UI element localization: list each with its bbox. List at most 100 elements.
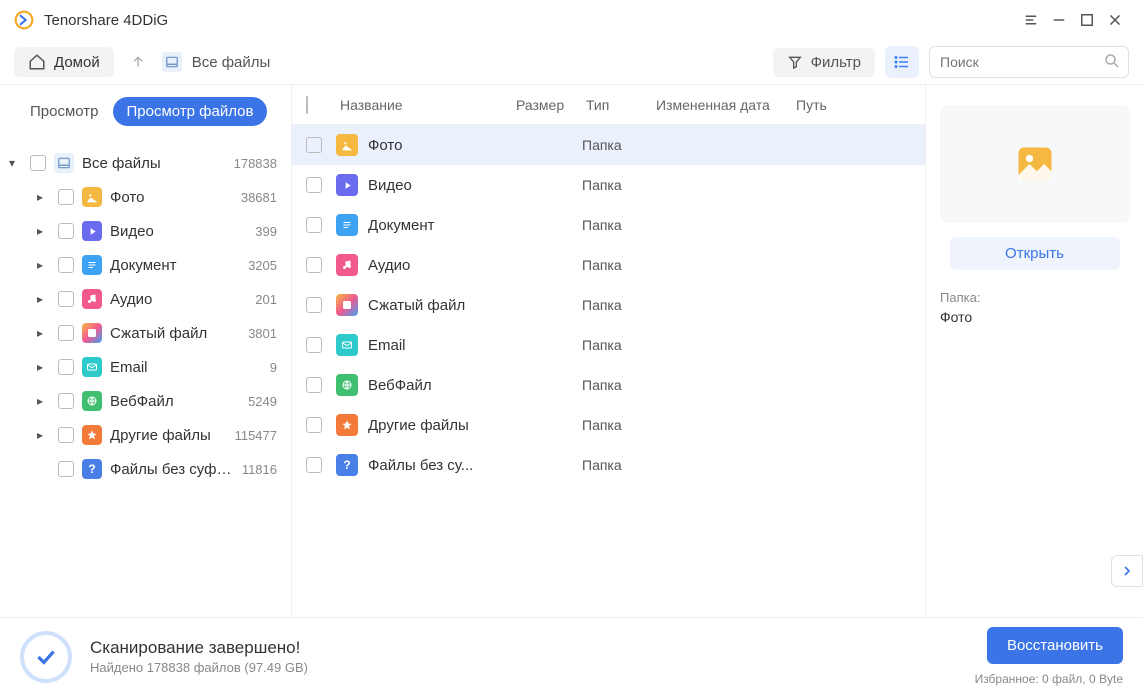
checkbox[interactable] <box>58 359 74 375</box>
list-row[interactable]: ВебФайлПапка <box>292 365 925 405</box>
list-row[interactable]: АудиоПапка <box>292 245 925 285</box>
checkbox[interactable] <box>306 417 322 433</box>
scan-status-title: Сканирование завершено! <box>90 638 308 658</box>
expand-icon[interactable]: ▸ <box>30 326 50 340</box>
list-row[interactable]: Сжатый файлПапка <box>292 285 925 325</box>
checkbox[interactable] <box>58 393 74 409</box>
checkbox[interactable] <box>58 223 74 239</box>
tree-item[interactable]: ▸Другие файлы115477 <box>0 418 291 452</box>
list-row[interactable]: ?Файлы без су...Папка <box>292 445 925 485</box>
tree-item-count: 3801 <box>248 326 277 341</box>
col-size[interactable]: Размер <box>516 97 586 113</box>
list-row[interactable]: ФотоПапка <box>292 125 925 165</box>
row-date <box>652 257 792 273</box>
tree-item[interactable]: ▸Email9 <box>0 350 291 384</box>
detail-panel: Открыть Папка: Фото <box>925 85 1143 617</box>
row-path <box>792 417 911 433</box>
tree-item[interactable]: ▸Аудио201 <box>0 282 291 316</box>
expand-icon[interactable]: ▸ <box>30 292 50 306</box>
filter-button[interactable]: Фильтр <box>773 48 875 77</box>
breadcrumb-text[interactable]: Все файлы <box>192 54 271 71</box>
row-size <box>512 137 582 153</box>
checkbox[interactable] <box>58 325 74 341</box>
footer: Сканирование завершено! Найдено 178838 ф… <box>0 617 1143 695</box>
close-button[interactable] <box>1101 6 1129 34</box>
list-row[interactable]: ДокументПапка <box>292 205 925 245</box>
home-button[interactable]: Домой <box>14 47 114 77</box>
expand-icon[interactable]: ▸ <box>30 428 50 442</box>
expand-icon[interactable]: ▸ <box>30 394 50 408</box>
tree: ▾ Все файлы 178838 ▸Фото38681▸Видео399▸Д… <box>0 138 291 617</box>
view-toggle-button[interactable] <box>885 46 919 78</box>
checkbox[interactable] <box>306 177 322 193</box>
checkbox[interactable] <box>58 257 74 273</box>
checkbox[interactable] <box>58 291 74 307</box>
row-type: Папка <box>582 257 652 273</box>
checkbox[interactable] <box>306 137 322 153</box>
file-type-icon <box>336 214 358 236</box>
list-row[interactable]: EmailПапка <box>292 325 925 365</box>
checkbox[interactable] <box>58 189 74 205</box>
home-icon <box>28 53 46 71</box>
search-icon[interactable] <box>1103 52 1121 73</box>
row-size <box>512 377 582 393</box>
tree-item-count: 201 <box>255 292 277 307</box>
up-button[interactable] <box>124 48 152 76</box>
col-type[interactable]: Тип <box>586 97 656 113</box>
file-type-icon <box>336 174 358 196</box>
recover-button[interactable]: Восстановить <box>987 627 1123 664</box>
tab-tree-view[interactable]: Просмотр <box>16 97 113 126</box>
checkbox[interactable] <box>306 257 322 273</box>
tree-item-count: 9 <box>270 360 277 375</box>
tree-item-label: Видео <box>110 223 255 240</box>
expand-icon[interactable]: ▾ <box>2 156 22 170</box>
row-path <box>792 177 911 193</box>
row-type: Папка <box>582 337 652 353</box>
search-input[interactable] <box>929 46 1129 78</box>
tree-item-label: Сжатый файл <box>110 325 248 342</box>
tree-item[interactable]: ?Файлы без суффикса11816 <box>0 452 291 486</box>
minimize-button[interactable] <box>1045 6 1073 34</box>
row-path <box>792 337 911 353</box>
tree-item[interactable]: ▸ВебФайл5249 <box>0 384 291 418</box>
list-row[interactable]: Другие файлыПапка <box>292 405 925 445</box>
expand-icon[interactable]: ▸ <box>30 360 50 374</box>
row-path <box>792 457 911 473</box>
expand-icon[interactable]: ▸ <box>30 224 50 238</box>
expand-icon[interactable]: ▸ <box>30 258 50 272</box>
scan-status-sub: Найдено 178838 файлов (97.49 GB) <box>90 660 308 675</box>
col-date[interactable]: Измененная дата <box>656 97 796 113</box>
maximize-button[interactable] <box>1073 6 1101 34</box>
checkbox[interactable] <box>58 427 74 443</box>
list-row[interactable]: ВидеоПапка <box>292 165 925 205</box>
select-all-checkbox[interactable] <box>306 96 308 114</box>
row-date <box>652 217 792 233</box>
collapse-panel-button[interactable] <box>1111 555 1143 587</box>
tree-item[interactable]: ▸Документ3205 <box>0 248 291 282</box>
menu-button[interactable] <box>1017 6 1045 34</box>
tree-item-label: Файлы без суффикса <box>110 461 242 478</box>
checkbox[interactable] <box>306 337 322 353</box>
tree-item[interactable]: ▸Видео399 <box>0 214 291 248</box>
row-size <box>512 457 582 473</box>
checkbox[interactable] <box>58 461 74 477</box>
tree-item[interactable]: ▸Фото38681 <box>0 180 291 214</box>
scan-complete-badge <box>20 631 72 683</box>
expand-icon[interactable]: ▸ <box>30 190 50 204</box>
filter-label: Фильтр <box>811 54 861 71</box>
checkbox[interactable] <box>306 297 322 313</box>
tree-root[interactable]: ▾ Все файлы 178838 <box>0 146 291 180</box>
tree-item[interactable]: ▸ Сжатый файл3801 <box>0 316 291 350</box>
checkbox[interactable] <box>306 217 322 233</box>
checkbox[interactable] <box>306 457 322 473</box>
row-path <box>792 217 911 233</box>
tree-item-count: 115477 <box>235 428 277 443</box>
col-name[interactable]: Название <box>336 97 516 113</box>
tab-file-view[interactable]: Просмотр файлов <box>113 97 268 126</box>
open-button[interactable]: Открыть <box>950 237 1120 270</box>
file-type-icon <box>336 254 358 276</box>
checkbox[interactable] <box>30 155 46 171</box>
col-path[interactable]: Путь <box>796 97 911 113</box>
row-type: Папка <box>582 377 652 393</box>
checkbox[interactable] <box>306 377 322 393</box>
